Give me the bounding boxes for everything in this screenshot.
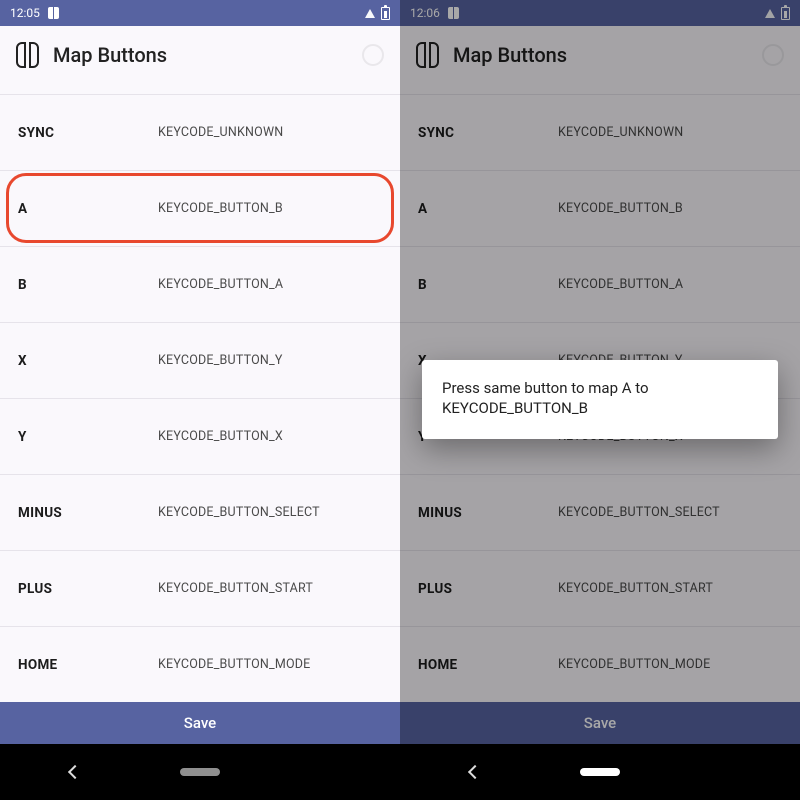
map-row-minus[interactable]: MINUSKEYCODE_BUTTON_SELECT	[400, 474, 800, 550]
map-row-name: PLUS	[418, 581, 558, 597]
save-button[interactable]: Save	[400, 702, 800, 744]
status-time: 12:05	[10, 6, 40, 20]
map-row-y[interactable]: YKEYCODE_BUTTON_X	[0, 398, 400, 474]
map-row-name: B	[418, 277, 558, 293]
joycon-icon	[448, 7, 459, 19]
map-row-code: KEYCODE_BUTTON_START	[558, 581, 713, 596]
status-bar: 12:05	[0, 0, 400, 26]
battery-icon	[381, 7, 390, 20]
nav-back-icon[interactable]	[468, 765, 482, 779]
map-row-code: KEYCODE_BUTTON_SELECT	[158, 505, 320, 520]
save-button[interactable]: Save	[0, 702, 400, 744]
status-bar: 12:06	[400, 0, 800, 26]
map-row-code: KEYCODE_BUTTON_B	[558, 201, 683, 216]
map-row-x[interactable]: XKEYCODE_BUTTON_Y	[0, 322, 400, 398]
page-title: Map Buttons	[53, 43, 348, 67]
map-row-name: X	[18, 353, 158, 369]
map-row-sync[interactable]: SYNCKEYCODE_UNKNOWN	[0, 94, 400, 170]
map-row-name: B	[18, 277, 158, 293]
joycon-icon	[416, 42, 439, 68]
map-row-code: KEYCODE_BUTTON_MODE	[558, 657, 710, 672]
status-time: 12:06	[410, 6, 440, 20]
map-row-code: KEYCODE_BUTTON_A	[558, 277, 683, 292]
refresh-icon[interactable]	[362, 44, 384, 66]
joycon-icon	[48, 7, 59, 19]
map-row-a[interactable]: AKEYCODE_BUTTON_B	[400, 170, 800, 246]
map-row-code: KEYCODE_BUTTON_MODE	[158, 657, 310, 672]
map-row-code: KEYCODE_BUTTON_Y	[158, 353, 283, 368]
map-row-sync[interactable]: SYNCKEYCODE_UNKNOWN	[400, 94, 800, 170]
map-row-code: KEYCODE_BUTTON_SELECT	[558, 505, 720, 520]
page-title: Map Buttons	[453, 43, 748, 67]
map-row-b[interactable]: BKEYCODE_BUTTON_A	[0, 246, 400, 322]
battery-icon	[781, 7, 790, 20]
title-bar: Map Buttons	[0, 26, 400, 84]
map-row-name: A	[418, 201, 558, 217]
map-row-home[interactable]: HOMEKEYCODE_BUTTON_MODE	[0, 626, 400, 702]
dialog-text: Press same button to map A to KEYCODE_BU…	[442, 379, 649, 417]
wifi-icon	[365, 9, 375, 18]
map-row-name: HOME	[18, 657, 158, 673]
map-row-minus[interactable]: MINUSKEYCODE_BUTTON_SELECT	[0, 474, 400, 550]
map-row-code: KEYCODE_BUTTON_B	[158, 201, 283, 216]
map-row-name: PLUS	[18, 581, 158, 597]
map-row-name: A	[18, 201, 158, 217]
map-row-plus[interactable]: PLUSKEYCODE_BUTTON_START	[400, 550, 800, 626]
screenshot-left: 12:05 Map Buttons SYNCKEYCODE_UNKNOWNAKE…	[0, 0, 400, 744]
map-row-a[interactable]: AKEYCODE_BUTTON_B	[0, 170, 400, 246]
refresh-icon[interactable]	[762, 44, 784, 66]
map-row-name: SYNC	[18, 125, 158, 141]
nav-back-icon[interactable]	[68, 765, 82, 779]
map-row-name: Y	[18, 429, 158, 445]
nav-home-icon[interactable]	[580, 768, 620, 776]
title-bar: Map Buttons	[400, 26, 800, 84]
map-row-name: MINUS	[18, 505, 158, 521]
screenshot-right: 12:06 Map Buttons SYNCKEYCODE_UNKNOWNAKE…	[400, 0, 800, 744]
map-row-plus[interactable]: PLUSKEYCODE_BUTTON_START	[0, 550, 400, 626]
map-row-name: MINUS	[418, 505, 558, 521]
nav-home-icon[interactable]	[180, 768, 220, 776]
map-row-home[interactable]: HOMEKEYCODE_BUTTON_MODE	[400, 626, 800, 702]
wifi-icon	[765, 9, 775, 18]
map-row-code: KEYCODE_UNKNOWN	[558, 125, 683, 140]
map-row-code: KEYCODE_UNKNOWN	[158, 125, 283, 140]
map-row-code: KEYCODE_BUTTON_X	[158, 429, 283, 444]
map-row-name: SYNC	[418, 125, 558, 141]
android-nav-bar	[0, 744, 800, 800]
joycon-icon	[16, 42, 39, 68]
mapping-dialog[interactable]: Press same button to map A to KEYCODE_BU…	[422, 360, 778, 439]
map-row-code: KEYCODE_BUTTON_START	[158, 581, 313, 596]
map-row-b[interactable]: BKEYCODE_BUTTON_A	[400, 246, 800, 322]
map-row-code: KEYCODE_BUTTON_A	[158, 277, 283, 292]
button-map-list: SYNCKEYCODE_UNKNOWNAKEYCODE_BUTTON_BBKEY…	[0, 84, 400, 702]
map-row-name: HOME	[418, 657, 558, 673]
